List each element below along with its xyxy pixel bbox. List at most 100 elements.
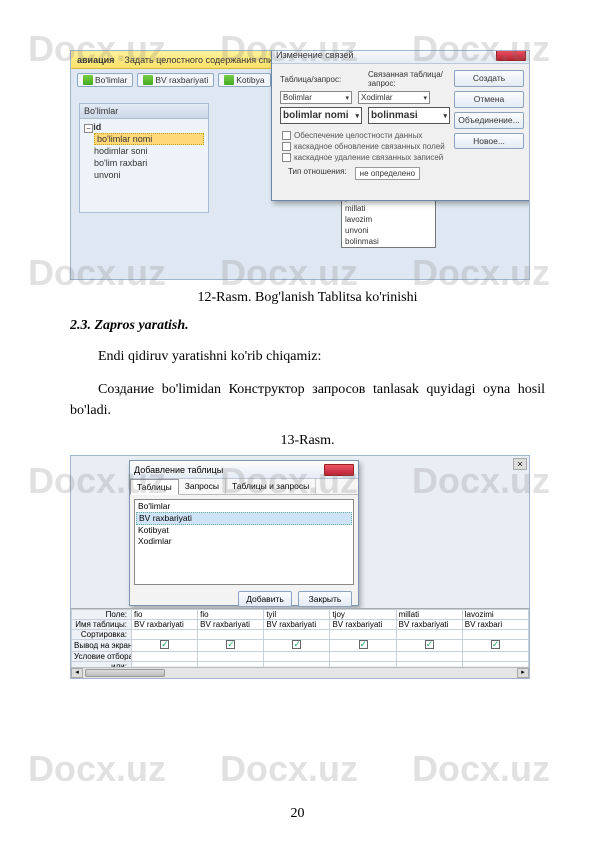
table-list[interactable]: Bo'limlar BV raxbariyati Kotibyat Xodiml… (134, 499, 354, 585)
join-button[interactable]: Объединение... (454, 112, 524, 129)
grid-cell[interactable] (264, 652, 330, 662)
grid-cell[interactable] (132, 630, 198, 640)
grid-cell[interactable] (330, 640, 396, 652)
list-item[interactable]: BV raxbariyati (136, 512, 352, 525)
check-cascade-delete[interactable]: каскадное удаление связанных записей (282, 152, 524, 163)
label-table: Таблица/запрос: (280, 75, 362, 84)
dialog-titlebar: Добавление таблицы (130, 461, 358, 479)
tree-item[interactable]: hodimlar soni (94, 145, 204, 157)
list-item[interactable]: Bo'limlar (136, 501, 352, 512)
grid-cell[interactable]: fio (198, 610, 264, 620)
tree-root-label: id (93, 122, 101, 132)
grid-cell[interactable]: fio (132, 610, 198, 620)
tree-item[interactable]: unvoni (94, 169, 204, 181)
tab-queries[interactable]: Запросы (179, 479, 226, 494)
paragraph: Endi qidiruv yaratishni ko'rib chiqamiz: (70, 346, 545, 367)
watermark: Docx.uz (412, 748, 550, 790)
close-icon[interactable] (324, 464, 354, 476)
tree-item[interactable]: bo'limlar nomi (94, 133, 204, 145)
grid-cell[interactable]: tyil (264, 610, 330, 620)
combo-table[interactable]: Bolimlar (280, 91, 352, 104)
create-button[interactable]: Создать (454, 70, 524, 87)
combo-related[interactable]: Xodimlar (358, 91, 430, 104)
list-item[interactable]: unvoni (342, 225, 435, 236)
tree-root[interactable]: ♀ id (84, 121, 204, 133)
checkbox-icon (491, 640, 500, 649)
grid-cell[interactable] (396, 640, 462, 652)
figure-caption-13: 13-Rasm. (70, 433, 545, 449)
table-icon (83, 75, 93, 85)
grid-cell[interactable] (132, 640, 198, 652)
list-item[interactable]: lavozim (342, 214, 435, 225)
scroll-thumb[interactable] (85, 669, 165, 677)
list-item[interactable]: millati (342, 203, 435, 214)
reltype-value: не определено (355, 167, 420, 180)
paragraph: Создание bo'limidan Конструктор запросов… (70, 379, 545, 421)
tab-tables[interactable]: Таблицы (130, 479, 179, 495)
tab-both[interactable]: Таблицы и запросы (226, 479, 316, 494)
table-icon (224, 75, 234, 85)
new-button[interactable]: Новое... (454, 133, 524, 149)
table-icon (143, 75, 153, 85)
grid-cell[interactable] (330, 630, 396, 640)
figure-caption-12: 12-Rasm. Bog'lanish Tablitsa ko'rinishi (70, 290, 545, 306)
close-button[interactable]: Закрыть (298, 591, 352, 607)
combo-field2[interactable]: bolinmasi (368, 107, 450, 124)
grid-cell[interactable] (330, 652, 396, 662)
scroll-left-icon[interactable]: ◂ (71, 668, 83, 678)
close-icon[interactable]: × (513, 458, 527, 470)
checkbox-icon (282, 153, 291, 162)
tab-label: Kotibya (236, 75, 264, 85)
grid-cell[interactable] (264, 640, 330, 652)
dialog-title: Добавление таблицы (134, 465, 223, 475)
tab-label: Bo'limlar (95, 75, 127, 85)
grid-cell[interactable] (396, 630, 462, 640)
grid-cell[interactable] (132, 652, 198, 662)
grid-cell[interactable]: BV raxbari (462, 620, 528, 630)
watermark: Docx.uz (220, 748, 358, 790)
grid-cell[interactable]: millati (396, 610, 462, 620)
grid-cell[interactable] (198, 652, 264, 662)
list-item[interactable]: bolinmasi (342, 236, 435, 247)
combo-field1[interactable]: bolimlar nomi (280, 107, 362, 124)
grid-cell[interactable] (198, 640, 264, 652)
close-icon[interactable] (496, 50, 526, 61)
checkbox-icon (292, 640, 301, 649)
query-design-grid: Поле: fio fio tyil tjoy millati lavozimi… (71, 608, 529, 666)
panel-title: Bo'limlar (80, 104, 208, 119)
row-label-criteria: Условие отбора: (72, 652, 132, 662)
tree-toggle-icon[interactable]: − (84, 124, 93, 133)
checkbox-icon (425, 640, 434, 649)
grid-cell[interactable]: BV raxbariyati (132, 620, 198, 630)
checkbox-icon (359, 640, 368, 649)
add-table-dialog: Добавление таблицы Таблицы Запросы Табли… (129, 460, 359, 606)
watermark: Docx.uz (28, 748, 166, 790)
cancel-button[interactable]: Отмена (454, 91, 524, 108)
list-item[interactable]: Kotibyat (136, 525, 352, 536)
checkbox-icon (282, 131, 291, 140)
grid-cell[interactable] (396, 652, 462, 662)
section-heading-2-3: 2.3. Zapros yaratish. (70, 318, 545, 334)
grid-cell[interactable]: BV raxbariyati (330, 620, 396, 630)
list-item[interactable]: Xodimlar (136, 536, 352, 547)
tab-kotibya[interactable]: Kotibya (218, 73, 270, 87)
tab-bolimlar[interactable]: Bo'limlar (77, 73, 133, 87)
grid-cell[interactable] (462, 652, 528, 662)
scroll-right-icon[interactable]: ▸ (517, 668, 529, 678)
tab-bv[interactable]: BV raxbariyati (137, 73, 214, 87)
add-button[interactable]: Добавить (238, 591, 292, 607)
grid-cell[interactable]: BV raxbariyati (264, 620, 330, 630)
grid-cell[interactable] (462, 640, 528, 652)
dialog-titlebar: Изменение связей (272, 50, 530, 64)
grid-cell[interactable]: BV raxbariyati (198, 620, 264, 630)
reltype-label: Тип отношения: (288, 167, 347, 180)
grid-cell[interactable]: tjoy (330, 610, 396, 620)
checkbox-icon (226, 640, 235, 649)
grid-cell[interactable] (198, 630, 264, 640)
tree-item[interactable]: bo'lim raxbari (94, 157, 204, 169)
grid-cell[interactable]: BV raxbariyati (396, 620, 462, 630)
horizontal-scrollbar[interactable]: ◂ ▸ (71, 667, 529, 678)
grid-cell[interactable]: lavozimi (462, 610, 528, 620)
grid-cell[interactable] (264, 630, 330, 640)
grid-cell[interactable] (462, 630, 528, 640)
